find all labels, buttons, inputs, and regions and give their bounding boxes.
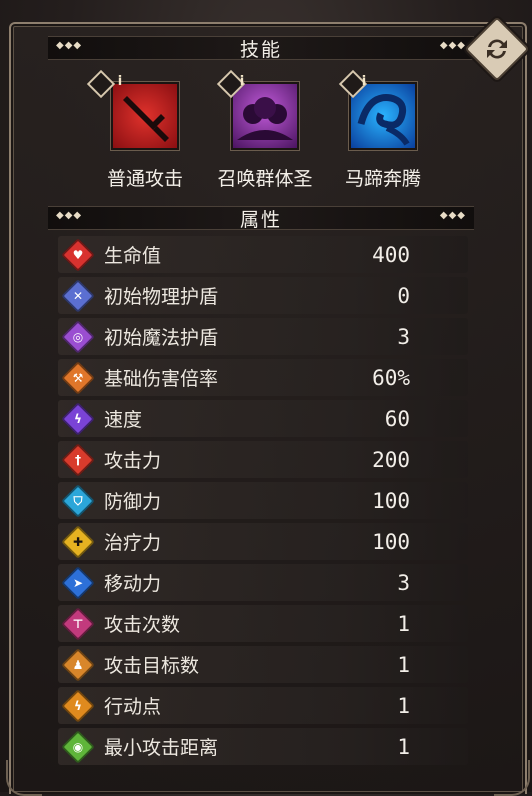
summon-icon xyxy=(231,82,299,150)
stat-label: 行动点 xyxy=(104,696,162,718)
stat-row-attack: † 攻击力 200 xyxy=(58,441,468,478)
skill-name: 马蹄奔腾 xyxy=(344,168,421,190)
damage-multiplier-icon: ⚒ xyxy=(61,360,95,395)
stat-label: 初始物理护盾 xyxy=(104,286,219,308)
stat-row-attack-count: ⊤ 攻击次数 1 xyxy=(58,605,468,642)
stat-label: 基础伤害倍率 xyxy=(104,368,219,390)
stat-row-move: ➤ 移动力 3 xyxy=(58,564,468,601)
skill-name: 召唤群体圣 xyxy=(217,168,313,190)
stat-label: 初始魔法护盾 xyxy=(104,327,219,349)
stat-value: 60 xyxy=(384,406,410,431)
heal-icon: ✚ xyxy=(61,524,95,559)
stat-value: 60% xyxy=(372,365,410,390)
skills-list: i 普通攻击 i 召唤群体圣 i 马蹄奔腾 xyxy=(86,69,450,192)
stat-value: 3 xyxy=(397,570,410,595)
skill-name: 普通攻击 xyxy=(106,168,183,190)
frame-corner-ornament xyxy=(6,760,42,796)
sword-icon xyxy=(111,82,179,150)
attributes-header: ◆◆◆ 属性 ◆◆◆ xyxy=(48,206,474,231)
stat-row-speed: ϟ 速度 60 xyxy=(58,400,468,437)
stat-value: 1 xyxy=(397,734,410,759)
attack-count-icon: ⊤ xyxy=(61,606,95,641)
stat-label: 最小攻击距离 xyxy=(104,737,219,759)
skill-slot-normal-attack[interactable]: i 普通攻击 xyxy=(85,69,205,191)
stat-value: 200 xyxy=(372,447,410,472)
stat-value: 3 xyxy=(397,324,410,349)
stat-row-hp: ♥ 生命值 400 xyxy=(58,236,468,273)
stat-label: 防御力 xyxy=(104,491,162,513)
stat-label: 移动力 xyxy=(104,573,162,595)
stat-value: 100 xyxy=(372,529,410,554)
stat-row-magic-shield: ◎ 初始魔法护盾 3 xyxy=(58,318,468,355)
magic-shield-icon: ◎ xyxy=(61,319,95,354)
ornament-dots-icon: ◆◆◆ xyxy=(439,40,466,51)
stat-row-min-range: ◉ 最小攻击距离 1 xyxy=(58,728,468,765)
stat-value: 100 xyxy=(372,488,410,513)
stat-value: 1 xyxy=(397,693,410,718)
ornament-dots-icon: ◆◆◆ xyxy=(56,210,83,221)
frame-corner-ornament xyxy=(494,760,530,796)
stat-label: 攻击次数 xyxy=(104,614,181,636)
stat-row-heal: ✚ 治疗力 100 xyxy=(58,523,468,560)
stat-label: 速度 xyxy=(104,409,143,431)
physical-shield-icon: ✕ xyxy=(61,278,95,313)
defense-icon: ⛉ xyxy=(61,483,95,518)
stat-row-damage-multiplier: ⚒ 基础伤害倍率 60% xyxy=(58,359,468,396)
skills-header: ◆◆◆ 技能 ◆◆◆ xyxy=(48,36,474,61)
move-icon: ➤ xyxy=(61,565,95,600)
stat-label: 治疗力 xyxy=(104,532,162,554)
skill-slot-hoof[interactable]: i 马蹄奔腾 xyxy=(323,69,443,191)
stat-label: 攻击力 xyxy=(104,450,162,472)
skill-slot-summon[interactable]: i 召唤群体圣 xyxy=(205,69,325,191)
stat-value: 0 xyxy=(397,283,410,308)
stat-value: 400 xyxy=(372,242,410,267)
stat-label: 攻击目标数 xyxy=(104,655,200,677)
swap-arrows-icon xyxy=(487,39,507,59)
info-icon: i xyxy=(361,74,367,89)
min-range-icon: ◉ xyxy=(61,729,95,764)
hoof-icon xyxy=(349,82,417,150)
info-icon: i xyxy=(239,74,245,89)
attributes-title: 属性 xyxy=(239,208,282,231)
stat-row-action-point: ϟ 行动点 1 xyxy=(58,687,468,724)
target-count-icon: ♟ xyxy=(61,647,95,682)
action-point-icon: ϟ xyxy=(61,688,95,723)
heart-icon: ♥ xyxy=(61,237,95,272)
ornament-dots-icon: ◆◆◆ xyxy=(439,210,466,221)
stat-row-target-count: ♟ 攻击目标数 1 xyxy=(58,646,468,683)
attack-icon: † xyxy=(61,442,95,477)
ornament-dots-icon: ◆◆◆ xyxy=(56,40,83,51)
speed-icon: ϟ xyxy=(61,401,95,436)
stat-label: 生命值 xyxy=(104,245,162,267)
skills-title: 技能 xyxy=(239,38,282,61)
stat-row-defense: ⛉ 防御力 100 xyxy=(58,482,468,519)
stats-list: ♥ 生命值 400 ✕ 初始物理护盾 0 ◎ 初始魔法护盾 3 ⚒ 基础伤害倍率… xyxy=(58,236,468,769)
stat-row-physical-shield: ✕ 初始物理护盾 0 xyxy=(58,277,468,314)
stat-value: 1 xyxy=(397,611,410,636)
stat-value: 1 xyxy=(397,652,410,677)
info-icon: i xyxy=(117,74,123,89)
